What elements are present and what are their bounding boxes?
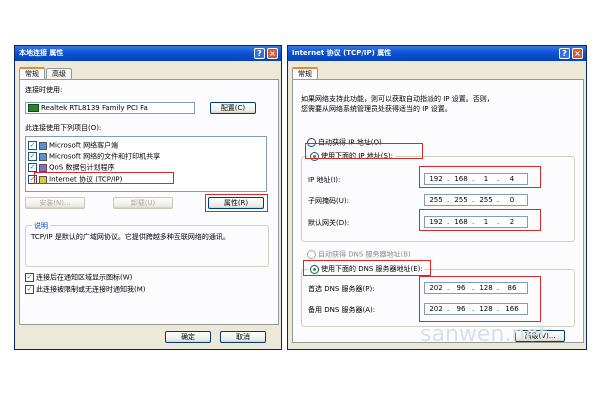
tcpip-properties-dialog: Internet 协议 (TCP/IP) 属性 ? × 常规 如果网络支持此功能… <box>287 45 587 350</box>
preferred-dns-label: 首选 DNS 服务器(P): <box>308 285 375 293</box>
checkbox-checked-icon[interactable]: ✓ <box>25 273 34 282</box>
checkbox-checked-icon[interactable]: ✓ <box>25 285 34 294</box>
close-icon[interactable]: × <box>267 48 278 59</box>
list-item-label: QoS 数据包计划程序 <box>49 163 115 172</box>
intro-text-line-1: 如果网络支持此功能，则可以获取自动指派的 IP 设置。否则， <box>301 95 494 103</box>
help-icon[interactable]: ? <box>254 48 265 59</box>
ip-address-highlight <box>419 166 541 188</box>
list-item[interactable]: ✓ QoS 数据包计划程序 <box>28 163 114 172</box>
subnet-mask-label: 子网掩码(U): <box>308 197 349 205</box>
checkbox-checked-icon[interactable]: ✓ <box>28 152 37 161</box>
show-icon-label: 连接后在通知区域显示图标(W) <box>36 273 133 282</box>
right-dialog-titlebar[interactable]: Internet 协议 (TCP/IP) 属性 ? × <box>288 46 586 61</box>
adapter-name-field: Realtek RTL8139 Family PCI Fa <box>25 102 195 114</box>
cancel-button[interactable]: 取消 <box>220 331 266 343</box>
watermark: sanwen.net <box>420 322 548 347</box>
ip-octet: 0 <box>509 196 515 204</box>
checkbox-checked-icon[interactable]: ✓ <box>28 163 37 172</box>
checkbox-checked-icon[interactable]: ✓ <box>28 141 37 150</box>
properties-highlight <box>205 194 268 212</box>
list-item-label: Microsoft 网络客户端 <box>49 141 119 150</box>
items-label: 此连接使用下列项目(O): <box>25 124 102 132</box>
ip-address-label: IP 地址(I): <box>308 176 341 184</box>
configure-button[interactable]: 配置(C) <box>210 102 256 114</box>
network-adapter-icon <box>28 104 39 112</box>
install-button[interactable]: 安装(N)... <box>25 197 85 209</box>
gateway-highlight <box>419 209 541 231</box>
subnet-mask-field[interactable]: 255. 255. 255. 0 <box>424 194 528 206</box>
notify-option[interactable]: ✓ 此连接被限制或无连接时通知我(M) <box>25 285 146 294</box>
use-ip-highlight <box>305 143 423 159</box>
close-icon[interactable]: × <box>572 48 583 59</box>
left-dialog-title: 本地连接 属性 <box>19 49 64 57</box>
left-general-panel: 连接时使用: Realtek RTL8139 Family PCI Fa 配置(… <box>19 79 279 325</box>
right-dialog-title: Internet 协议 (TCP/IP) 属性 <box>292 49 392 57</box>
list-item[interactable]: ✓ Microsoft 网络客户端 <box>28 141 118 150</box>
description-group: 说明 TCP/IP 是默认的广域网协议。它提供跨越多种互联网络的通讯。 <box>25 221 269 267</box>
file-printer-sharing-icon <box>39 152 47 161</box>
alternate-dns-label: 备用 DNS 服务器(A): <box>308 306 376 314</box>
ip-octet: 255 <box>479 196 493 204</box>
local-connection-properties-dialog: 本地连接 属性 ? × 常规 高级 连接时使用: Realtek RTL8139 … <box>14 45 282 350</box>
ip-octet: 255 <box>454 196 468 204</box>
intro-text-line-2: 您需要从网络系统管理员处获得适当的 IP 设置。 <box>301 105 452 113</box>
auto-dns-option[interactable]: 自动获得 DNS 服务器地址(B) <box>307 250 411 259</box>
notify-label: 此连接被限制或无连接时通知我(M) <box>36 285 146 294</box>
network-client-icon <box>39 141 47 150</box>
connect-using-label: 连接时使用: <box>25 86 63 94</box>
ok-button[interactable]: 确定 <box>165 331 211 343</box>
use-dns-highlight <box>303 260 431 276</box>
qos-icon <box>39 163 47 172</box>
help-icon[interactable]: ? <box>559 48 570 59</box>
tcpip-highlight <box>34 172 174 184</box>
right-general-panel: 如果网络支持此功能，则可以获取自动指派的 IP 设置。否则， 您需要从网络系统管… <box>292 79 584 343</box>
adapter-name: Realtek RTL8139 Family PCI Fa <box>41 104 148 112</box>
ip-octet: 255 <box>429 196 443 204</box>
show-icon-option[interactable]: ✓ 连接后在通知区域显示图标(W) <box>25 273 132 282</box>
radio-off-icon[interactable] <box>307 250 316 259</box>
gateway-label: 默认网关(D): <box>308 219 350 227</box>
list-item-label: Microsoft 网络的文件和打印机共享 <box>49 152 161 161</box>
list-item[interactable]: ✓ Microsoft 网络的文件和打印机共享 <box>28 152 160 161</box>
uninstall-button[interactable]: 卸载(U) <box>113 197 173 209</box>
left-dialog-titlebar[interactable]: 本地连接 属性 ? × <box>15 46 281 61</box>
dns-servers-highlight <box>419 276 541 322</box>
description-text: TCP/IP 是默认的广域网协议。它提供跨越多种互联网络的通讯。 <box>31 233 230 241</box>
auto-dns-label: 自动获得 DNS 服务器地址(B) <box>318 250 411 259</box>
description-label: 说明 <box>32 221 50 231</box>
